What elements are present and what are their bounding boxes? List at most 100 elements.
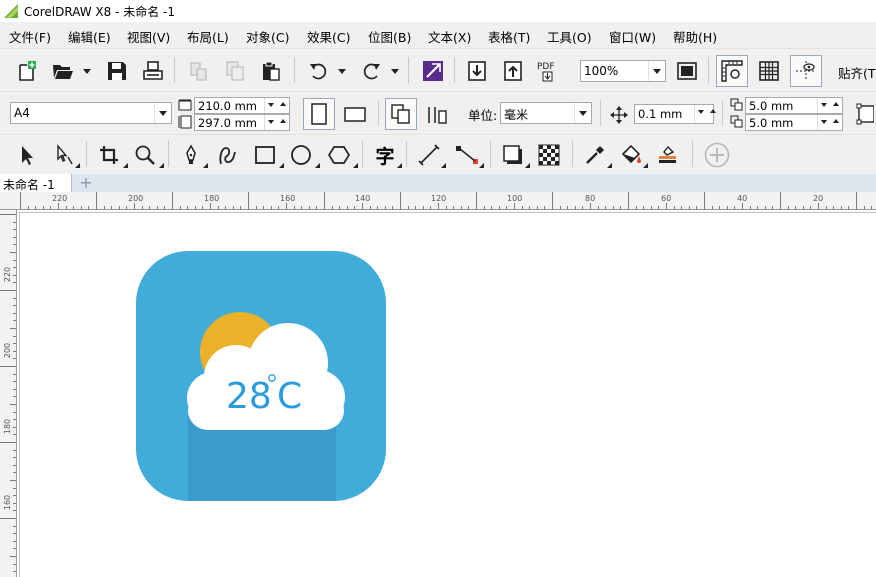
ruler-tick <box>643 206 645 209</box>
nudge-distance-field[interactable]: 0.1 mm <box>634 104 716 124</box>
rectangle-tool-flyout[interactable] <box>274 163 284 168</box>
menu-table[interactable]: 表格(T) <box>488 27 530 46</box>
ruler-tick <box>658 206 660 209</box>
ruler-tick <box>13 358 16 360</box>
separator <box>406 141 407 167</box>
weather-app-icon[interactable]: 28 C <box>136 251 386 501</box>
menu-effects[interactable]: 效果(C) <box>307 27 350 46</box>
ruler-tick <box>757 206 759 209</box>
portrait-button[interactable] <box>303 98 335 130</box>
zoom-level-combo[interactable]: 100% <box>580 60 666 82</box>
landscape-button[interactable] <box>340 99 370 129</box>
ruler-tick <box>628 192 629 209</box>
nudge-distance-spinner[interactable] <box>694 105 716 123</box>
shape-tool-flyout[interactable] <box>70 163 80 168</box>
menu-bitmaps[interactable]: 位图(B) <box>368 27 411 46</box>
menu-tools[interactable]: 工具(O) <box>547 27 592 46</box>
cut-button[interactable] <box>184 56 214 86</box>
horizontal-ruler[interactable]: 220 200 180 160 140 120 100 80 60 40 20 <box>0 192 876 210</box>
ruler-tick <box>10 328 16 329</box>
crop-tool-flyout[interactable] <box>118 163 128 168</box>
zoom-tool-flyout[interactable] <box>154 163 164 168</box>
import-button[interactable] <box>462 56 492 86</box>
duplicate-x-spinner[interactable] <box>817 98 842 113</box>
text-tool-flyout[interactable] <box>392 163 402 168</box>
open-button[interactable] <box>48 56 78 86</box>
transparency-tool-button[interactable] <box>534 140 564 170</box>
ruler-tick <box>202 206 204 209</box>
open-dropdown-arrow[interactable] <box>83 69 91 74</box>
ruler-tick <box>650 206 652 209</box>
show-rulers-button[interactable] <box>716 55 748 87</box>
page-size-combo[interactable]: A4 <box>10 102 172 124</box>
paste-button[interactable] <box>256 56 286 86</box>
print-button[interactable] <box>138 56 168 86</box>
menu-file[interactable]: 文件(F) <box>9 27 51 46</box>
all-pages-button[interactable] <box>385 98 417 130</box>
zoom-dropdown-arrow[interactable] <box>648 61 665 81</box>
export-button[interactable] <box>498 56 528 86</box>
ruler-tick <box>574 206 576 209</box>
menu-layout[interactable]: 布局(L) <box>187 27 229 46</box>
vertical-ruler[interactable]: 220 200 180 160 <box>0 210 17 577</box>
polygon-tool-flyout[interactable] <box>348 163 358 168</box>
save-button[interactable] <box>102 56 132 86</box>
undo-dropdown-arrow[interactable] <box>338 69 346 74</box>
duplicate-x-field[interactable]: 5.0 mm <box>745 97 843 114</box>
ellipse-tool-flyout[interactable] <box>310 163 320 168</box>
ruler-tick <box>13 449 16 451</box>
page-width-field[interactable]: 210.0 mm <box>194 97 290 114</box>
eyedropper-tool-flyout[interactable] <box>602 163 612 168</box>
menu-object[interactable]: 对象(C) <box>246 27 289 46</box>
ruler-tick <box>13 244 16 246</box>
quick-customize-button[interactable] <box>702 140 732 170</box>
undo-button[interactable] <box>304 56 334 86</box>
ruler-tick <box>13 487 16 489</box>
export-icon <box>504 61 522 81</box>
menu-text[interactable]: 文本(X) <box>428 27 471 46</box>
duplicate-y-field[interactable]: 5.0 mm <box>745 114 843 131</box>
redo-dropdown-arrow[interactable] <box>391 69 399 74</box>
page-size-dropdown-arrow[interactable] <box>154 103 171 123</box>
full-screen-preview-button[interactable] <box>672 56 702 86</box>
ruler-tick <box>13 396 16 398</box>
copy-button[interactable] <box>220 56 250 86</box>
ruler-tick <box>172 192 173 209</box>
separator <box>174 57 175 83</box>
artistic-media-tool-button[interactable] <box>212 140 242 170</box>
freehand-tool-flyout[interactable] <box>198 163 208 168</box>
menu-help[interactable]: 帮助(H) <box>673 27 717 46</box>
show-grid-button[interactable] <box>754 56 784 86</box>
menu-view[interactable]: 视图(V) <box>127 27 170 46</box>
ruler-tick <box>13 320 16 322</box>
fill-tool-flyout[interactable] <box>638 163 648 168</box>
redo-button[interactable] <box>356 56 386 86</box>
document-tab[interactable]: 未命名 -1 <box>0 174 72 192</box>
search-content-button[interactable] <box>418 56 448 86</box>
units-combo[interactable]: 毫米 <box>500 102 592 124</box>
new-document-button[interactable] <box>12 56 42 86</box>
smart-fill-tool-button[interactable] <box>652 140 682 170</box>
snap-to-label[interactable]: 贴齐(T <box>838 63 876 82</box>
page-width-spinner[interactable] <box>264 98 289 113</box>
page-height-field[interactable]: 297.0 mm <box>194 114 290 131</box>
units-value: 毫米 <box>504 108 529 122</box>
page-height-spinner[interactable] <box>264 115 289 130</box>
ruler-tick <box>802 206 804 209</box>
show-guidelines-button[interactable] <box>790 55 822 87</box>
dimension-tool-flyout[interactable] <box>436 163 446 168</box>
pick-tool-button[interactable] <box>12 140 42 170</box>
new-tab-button[interactable]: + <box>78 175 94 191</box>
publish-pdf-button[interactable]: PDF <box>534 56 564 86</box>
menu-edit[interactable]: 编辑(E) <box>68 27 111 46</box>
connector-tool-flyout[interactable] <box>474 163 484 168</box>
plus-circle-icon <box>704 142 730 168</box>
ruler-tick <box>863 206 865 209</box>
menu-window[interactable]: 窗口(W) <box>609 27 656 46</box>
treat-as-filled-button[interactable] <box>852 99 876 129</box>
effects-tool-flyout[interactable] <box>520 163 530 168</box>
units-dropdown-arrow[interactable] <box>574 103 591 123</box>
duplicate-y-spinner[interactable] <box>817 115 842 130</box>
ruler-tick <box>688 206 690 209</box>
current-page-button[interactable] <box>422 99 452 129</box>
